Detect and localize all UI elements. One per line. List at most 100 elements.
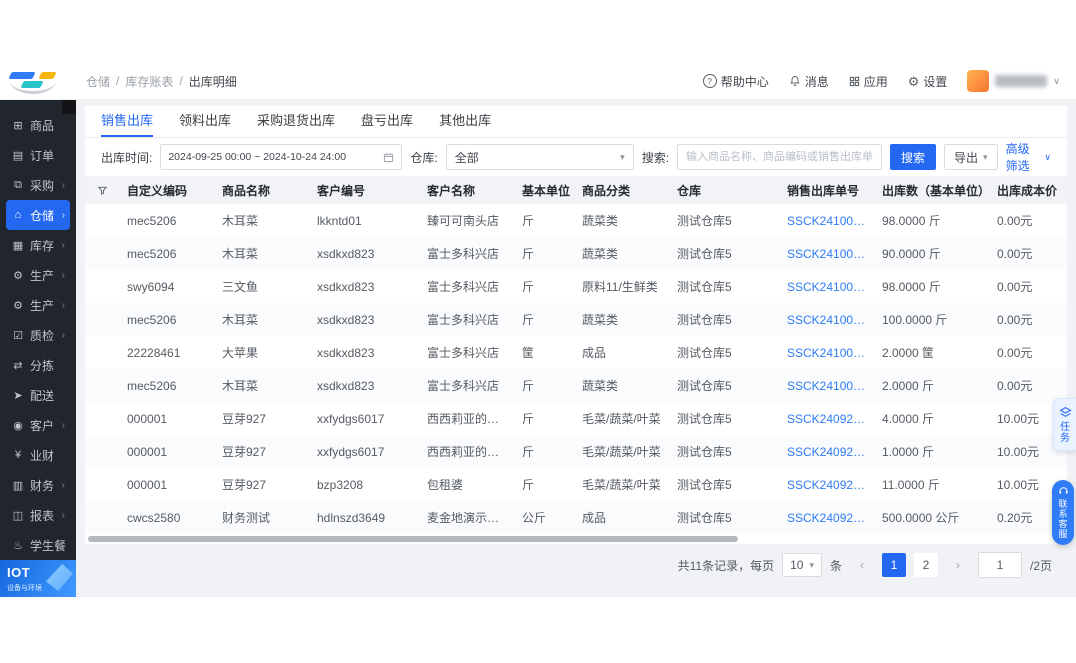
export-button[interactable]: 导出 ▾ xyxy=(944,144,998,170)
cell-name: 豆芽927 xyxy=(222,478,267,492)
breadcrumb-item-warehouse[interactable]: 仓储 xyxy=(86,73,110,90)
sidebar-item-goods[interactable]: ⊞ 商品 xyxy=(6,110,70,140)
page-jump-input[interactable] xyxy=(977,552,1022,578)
sorting-icon: ⇄ xyxy=(13,359,23,372)
order-number-link[interactable]: SSCK24100900015 xyxy=(775,346,870,360)
order-number-link[interactable]: SSCK24100900020 xyxy=(775,247,870,261)
table-row[interactable]: cwcs2580 财务测试 hdlnszd3649 麦金地演示客户 公斤 成品 测试仓库5 S… xyxy=(85,501,1067,534)
tab-其他出库[interactable]: 其他出库 xyxy=(439,106,491,137)
cell-qty: 500.0000 公斤 xyxy=(882,511,960,525)
warehouse-select[interactable]: 全部 ▾ xyxy=(445,144,634,170)
search-input[interactable] xyxy=(677,144,883,170)
caret-down-icon: ▾ xyxy=(983,151,988,162)
table-row[interactable]: 22228461 大苹果 xsdkxd823 富士多科兴店 筐 成品 测试仓库5 SSCK24… xyxy=(85,336,1067,369)
order-number-link[interactable]: SSCK24100900015 xyxy=(775,379,870,393)
column-header[interactable]: 商品名称 xyxy=(210,182,305,199)
table-row[interactable]: swy6094 三文鱼 xsdkxd823 富士多科兴店 斤 原料11/生鲜类 测试仓库5 S… xyxy=(85,270,1067,303)
sidebar-item-production2[interactable]: ⚙ 生产 › xyxy=(6,290,70,320)
report-icon: ◫ xyxy=(12,509,24,522)
column-header[interactable]: 仓库 xyxy=(665,182,775,199)
order-number-link[interactable]: SSCK24092700004 xyxy=(775,445,870,459)
filter-icon[interactable] xyxy=(97,185,108,196)
tab-销售出库[interactable]: 销售出库 xyxy=(101,106,154,137)
headset-icon xyxy=(1058,487,1068,494)
cell-customer: 富士多科兴店 xyxy=(427,346,500,360)
iot-logo[interactable]: IOT 设备与环境 xyxy=(0,560,76,597)
column-filter-cell[interactable] xyxy=(85,185,115,196)
date-range-input[interactable]: 2024-09-25 00:00 ~ 2024-10-24 24:00 xyxy=(160,144,403,170)
table-row[interactable]: mec5206 木耳菜 xsdkxd823 富士多科兴店 斤 蔬菜类 测试仓库5 SSCK24… xyxy=(85,369,1067,402)
order-number-link[interactable]: SSCK24100900021 xyxy=(775,214,870,228)
cell-code: cwcs2580 xyxy=(127,510,181,525)
sidebar-menu: ⊞ 商品 ▤ 订单 ⧉ 采购 › ⌂ 仓储 › ▦ 库存 › ⚙ 生产 › ⚙ 生产 › ☑ 质检 › ⇄ 分拣 ➤ 配送 ◉ 客户 ›… xyxy=(0,110,76,560)
export-label: 导出 xyxy=(954,150,979,165)
order-number-link[interactable]: SSCK24100900017 xyxy=(775,313,870,327)
column-header[interactable]: 基本单位 xyxy=(510,182,570,199)
sidebar-item-bizfinance[interactable]: ¥ 业财 xyxy=(6,440,70,470)
advanced-filter-link[interactable]: 高级筛选 ∨ xyxy=(1006,140,1051,174)
table-row[interactable]: 000001 豆芽927 xxfydgs6017 西西莉亚的公司斤 毛菜/蔬菜/叶菜 测试… xyxy=(85,402,1067,435)
prev-page-button[interactable]: ‹ xyxy=(850,553,874,577)
order-number-link[interactable]: SSCK24092700011 xyxy=(775,478,870,492)
sidebar-item-orders[interactable]: ▤ 订单 xyxy=(6,140,70,170)
sidebar-item-inventory[interactable]: ▦ 库存 › xyxy=(6,230,70,260)
sidebar-item-finance[interactable]: ▥ 财务 › xyxy=(6,470,70,500)
page-size-value: 10 xyxy=(790,558,804,572)
app-logo[interactable] xyxy=(0,63,76,100)
column-header[interactable]: 销售出库单号 xyxy=(775,182,870,199)
sidebar-item-label: 业财 xyxy=(30,448,55,463)
messages-button[interactable]: 消息 xyxy=(789,73,829,90)
table-row[interactable]: mec5206 木耳菜 xsdkxd823 富士多科兴店 斤 蔬菜类 测试仓库5 SSCK24… xyxy=(85,237,1067,270)
customer-service-button[interactable]: 联系客服 xyxy=(1052,480,1074,545)
column-header[interactable]: 出库数（基本单位） xyxy=(870,182,985,199)
column-header[interactable]: 商品分类 xyxy=(570,182,665,199)
breadcrumb-item-inventory-report[interactable]: 库存账表 xyxy=(125,73,173,90)
sidebar-item-customer[interactable]: ◉ 客户 › xyxy=(6,410,70,440)
iot-title: IOT xyxy=(7,565,31,580)
apps-button[interactable]: 应用 xyxy=(849,73,888,90)
table-row[interactable]: mec5206 木耳菜 lkkntd01 臻可可南头店 斤 蔬菜类 测试仓库5 SSCK241… xyxy=(85,204,1067,237)
order-number-link[interactable]: SSCK24100900017 xyxy=(775,280,870,294)
cell-cost: 10.00元 xyxy=(997,412,1040,426)
sidebar-item-meal[interactable]: ♨ 学生餐 xyxy=(6,530,70,560)
tab-领料出库[interactable]: 领料出库 xyxy=(179,106,231,137)
grid-icon xyxy=(849,76,859,86)
settings-button[interactable]: ⚙ 设置 xyxy=(908,73,948,90)
table-row[interactable]: mec5206 木耳菜 xsdkxd823 富士多科兴店 斤 蔬菜类 测试仓库5 SSCK24… xyxy=(85,303,1067,336)
search-button[interactable]: 搜索 xyxy=(890,144,937,170)
sidebar-item-delivery[interactable]: ➤ 配送 xyxy=(6,380,70,410)
column-header[interactable]: 自定义编码 xyxy=(115,182,210,199)
production-icon: ⚙ xyxy=(13,269,23,282)
page-button-2[interactable]: 2 xyxy=(913,553,938,577)
column-header[interactable]: 客户名称 xyxy=(415,182,510,199)
sidebar-item-report[interactable]: ◫ 报表 › xyxy=(6,500,70,530)
horizontal-scrollbar[interactable] xyxy=(88,536,738,542)
page-button-1[interactable]: 1 xyxy=(881,553,906,577)
sidebar-item-purchase[interactable]: ⧉ 采购 › xyxy=(6,170,70,200)
order-number-link[interactable]: SSCK24092700004 xyxy=(775,412,870,426)
table-row[interactable]: 000001 豆芽927 xxfydgs6017 西西莉亚的公司斤 毛菜/蔬菜/叶菜 测试… xyxy=(85,435,1067,468)
user-menu[interactable]: ∨ xyxy=(967,70,1060,92)
order-number-link[interactable]: SSCK24092500004 xyxy=(775,511,870,525)
cell-category: 原料11/生鲜类 xyxy=(582,280,658,294)
tab-盘亏出库[interactable]: 盘亏出库 xyxy=(361,106,413,137)
sidebar-item-production[interactable]: ⚙ 生产 › xyxy=(6,260,70,290)
column-header[interactable]: 出库成本价 xyxy=(985,182,1062,199)
task-float-button[interactable]: 任务 xyxy=(1053,398,1076,451)
sidebar-item-warehouse[interactable]: ⌂ 仓储 › xyxy=(6,200,70,230)
cell-code: 22228461 xyxy=(127,345,181,360)
user-avatar xyxy=(967,70,990,92)
help-center-button[interactable]: ? 帮助中心 xyxy=(702,73,769,90)
next-page-button[interactable]: › xyxy=(946,553,970,577)
calendar-icon xyxy=(384,152,394,162)
tab-采购退货出库[interactable]: 采购退货出库 xyxy=(257,106,335,137)
cell-category: 蔬菜类 xyxy=(582,313,619,327)
column-header[interactable]: 客户编号 xyxy=(305,182,415,199)
page-size-select[interactable]: 10 ▾ xyxy=(782,553,822,577)
breadcrumb-separator: / xyxy=(116,74,120,88)
cell-category: 毛菜/蔬菜/叶菜 xyxy=(582,412,661,426)
horizontal-scrollbar-track[interactable] xyxy=(85,535,1067,543)
table-row[interactable]: 000001 豆芽927 bzp3208 包租婆 斤 毛菜/蔬菜/叶菜 测试仓库5 SSCK2… xyxy=(85,468,1067,501)
sidebar-item-qc[interactable]: ☑ 质检 › xyxy=(6,320,70,350)
sidebar-item-sorting[interactable]: ⇄ 分拣 xyxy=(6,350,70,380)
